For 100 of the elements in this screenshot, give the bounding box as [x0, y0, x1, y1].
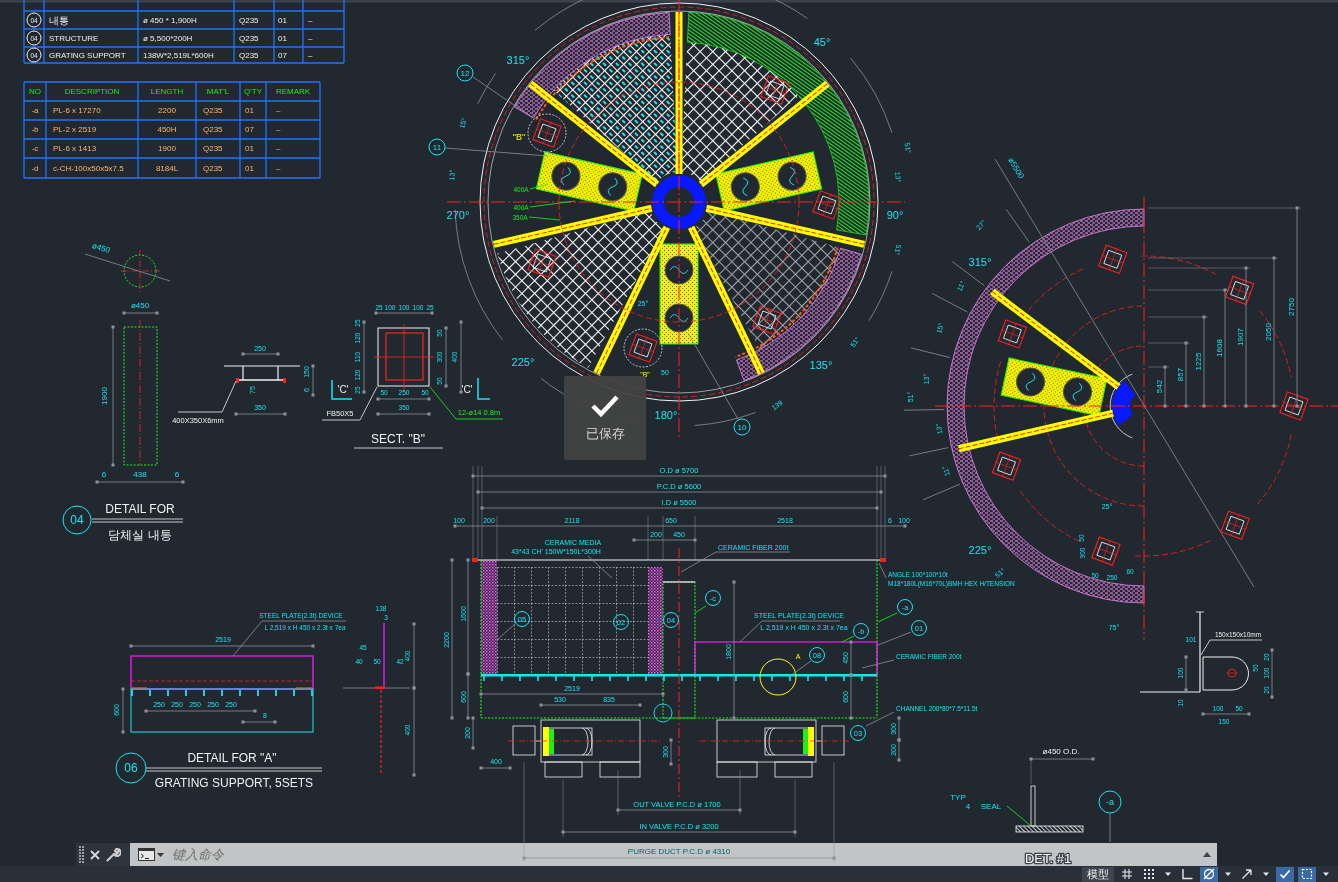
table-cell: 01: [245, 163, 254, 173]
note-text: 4: [965, 801, 971, 811]
callout-bubble: -a: [1098, 790, 1122, 814]
grid-icon: [1121, 868, 1133, 880]
callout-bubble: 04: [62, 505, 92, 535]
extension-line: [903, 409, 945, 411]
selection-button[interactable]: [1298, 866, 1316, 882]
close-button[interactable]: [90, 849, 100, 860]
detail-circle: [759, 658, 797, 696]
table-cell: 138W*2,519L*600H: [143, 50, 214, 60]
dimension-arc: [694, 412, 756, 426]
base-plate: [1015, 825, 1084, 833]
angle-label: 225°: [968, 544, 992, 556]
angle-label: 225°: [511, 356, 535, 368]
callout-bubble: 06: [115, 752, 147, 784]
table-cell: 2200: [158, 106, 176, 115]
extension-line: [922, 483, 961, 501]
check-button[interactable]: [1276, 866, 1294, 882]
polar-button[interactable]: [1200, 866, 1218, 882]
dimension-line: [1201, 712, 1251, 716]
leader-line: [529, 200, 576, 208]
angle-label: 315°: [506, 54, 530, 66]
detail-title: DETAIL FOR "A": [187, 751, 277, 765]
table-cell: 01: [278, 15, 287, 25]
dimension-text: 2050: [1263, 323, 1273, 341]
extension-line: [1005, 209, 1030, 243]
dimension-text: 1907: [1235, 328, 1245, 346]
angle-label: 315°: [968, 256, 992, 268]
section-label: 'C': [461, 383, 473, 395]
angle-label: 270°: [446, 209, 470, 221]
table-cell: –: [308, 15, 313, 25]
leader-line: [587, 555, 613, 579]
table-cell: c-CH-100x50x5x7.5: [53, 163, 124, 173]
dimension-line: [374, 311, 434, 315]
table-cell: Q235: [203, 125, 223, 134]
dot-grid-icon: [1143, 868, 1155, 880]
dashed-box-icon: [1301, 868, 1313, 880]
dimension-line: [241, 720, 277, 724]
leader-line: [861, 659, 895, 669]
column-header: REMARK: [275, 87, 311, 96]
table-cell: –: [308, 50, 313, 60]
dimension-line: [632, 538, 697, 542]
angle-label: 90°: [886, 209, 904, 221]
check-icon: [1279, 868, 1291, 880]
leader-line: [1109, 812, 1111, 843]
table-cell: GRATING SUPPORT: [49, 50, 126, 60]
right-angle-icon: [1181, 868, 1193, 880]
leader-line: [877, 612, 898, 623]
arrow-icon: [1241, 868, 1253, 880]
dimension-text: PURGE DUCT P.C.D ø 4310: [627, 846, 731, 856]
history-button[interactable]: [1197, 843, 1217, 866]
detail-title: DET. #1: [1024, 850, 1072, 866]
hub-arc: [1109, 373, 1133, 439]
dimension-line: [1270, 648, 1274, 699]
dimension-text: 542: [1154, 379, 1164, 394]
note-text: TYP: [950, 792, 966, 802]
customize-button[interactable]: [106, 847, 121, 862]
table-cell: –: [276, 163, 281, 173]
circle-slash-icon: [1203, 868, 1215, 880]
toast-message: 已保存: [585, 426, 625, 441]
column-header: MAT'L: [206, 87, 230, 96]
leader-line: [1006, 805, 1032, 827]
pipe-cross-section: [120, 249, 163, 293]
table-cell: Q235: [239, 50, 259, 60]
detail-subtitle: GRATING SUPPORT, 5SETS: [154, 776, 314, 790]
dimension-text: 438: [133, 469, 147, 479]
dimension-line: [121, 687, 125, 734]
dimension-line: [479, 766, 512, 770]
dimension-arc: [477, 73, 496, 105]
table-cell: 8184L: [155, 163, 179, 173]
extension-line: [910, 347, 951, 358]
grip-icon[interactable]: [79, 846, 84, 863]
table-cell: -a: [31, 106, 39, 115]
table-cell: –: [276, 125, 281, 134]
model-tab[interactable]: 模型: [1082, 866, 1114, 882]
angle-label: 45°: [813, 36, 831, 48]
dimension-line: [241, 352, 280, 356]
callout-bubble: 10: [733, 418, 751, 436]
table-cell: Q235: [203, 144, 223, 153]
leader-line: [1200, 639, 1263, 656]
table-cell: 450H: [157, 125, 177, 134]
leader-line: [694, 605, 707, 614]
table-cell: 01: [245, 144, 254, 153]
dimension-text: 1225: [1193, 352, 1203, 371]
leader-line: [496, 623, 516, 641]
wrench-icon: [106, 847, 121, 862]
dimension-text: 2750: [1286, 298, 1296, 316]
table-cell: 1900: [158, 144, 176, 153]
command-menu-button[interactable]: [130, 843, 170, 866]
section-title: SECT. "B": [371, 432, 425, 446]
dimension-line: [444, 326, 448, 388]
table-cell: 07: [278, 50, 287, 60]
table-cell: 01: [278, 33, 287, 43]
dimension-text: ø450: [90, 241, 112, 255]
column-header: Q'TY: [244, 87, 262, 96]
table-cell: Q235: [239, 33, 259, 43]
center-hub: [1112, 380, 1136, 426]
caret-icon: [157, 852, 164, 857]
table-cell: –: [276, 106, 281, 115]
table-cell: -c: [31, 144, 39, 153]
